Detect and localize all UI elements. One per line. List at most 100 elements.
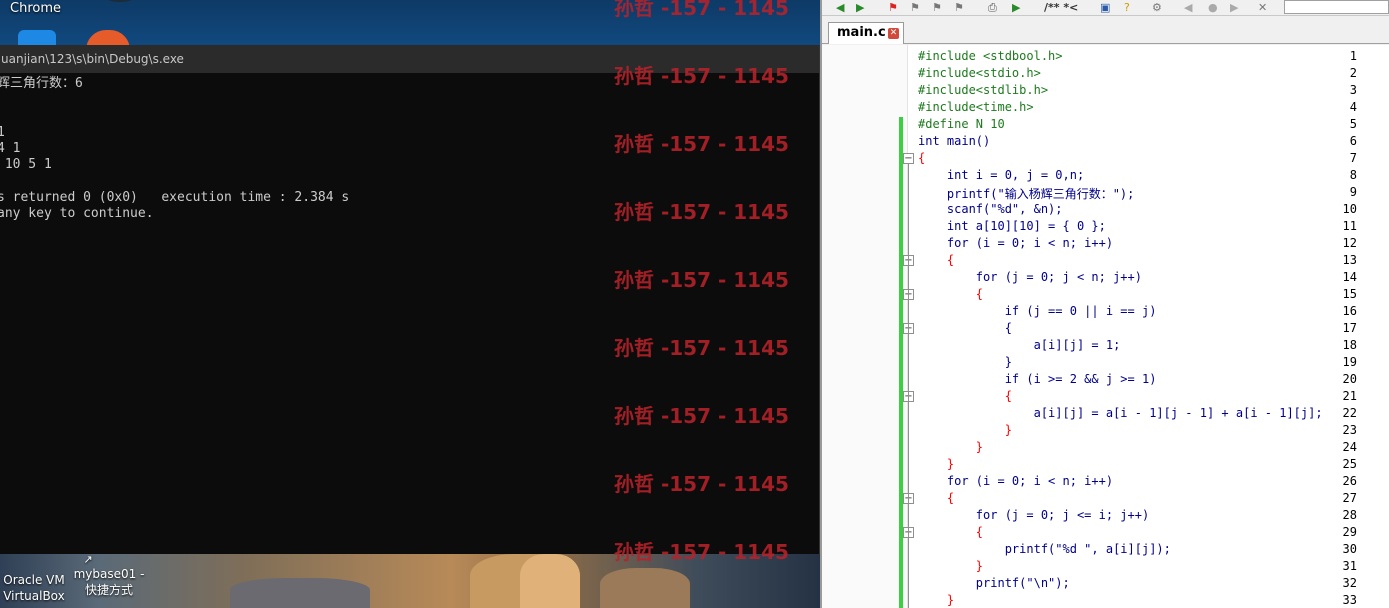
- editor-toolbar: ◀ ▶ ⚑ ⚑ ⚑ ⚑ ⎙ ▶ /** *< ▣ ? ⚙ ◀ ● ▶ ✕: [822, 0, 1389, 16]
- code-line: a[i][j] = 1;: [918, 338, 1121, 352]
- line-number: 17: [1342, 321, 1357, 335]
- code-line: }: [918, 559, 984, 573]
- code-line: printf("%d ", a[i][j]);: [918, 542, 1171, 556]
- fold-line: [908, 164, 913, 608]
- chrome-shortcut-label[interactable]: Chrome: [10, 1, 61, 16]
- bookmark-clear-icon[interactable]: ⚑: [954, 1, 964, 14]
- code-line: scanf("%d", &n);: [918, 202, 1063, 216]
- line-number: 26: [1342, 474, 1357, 488]
- desktop-icon-virtualbox[interactable]: Oracle VM VirtualBox: [0, 552, 68, 604]
- watermark-text: 孙哲 -157 - 1145: [614, 268, 789, 292]
- line-number: 27: [1342, 491, 1357, 505]
- line-number: 2: [1349, 66, 1357, 80]
- watermark-text: 孙哲 -157 - 1145: [614, 64, 789, 88]
- bookmark-flag-icon[interactable]: ⚑: [888, 1, 898, 14]
- docs-icon[interactable]: ▣: [1100, 1, 1110, 14]
- line-number: 11: [1342, 219, 1357, 233]
- search-input[interactable]: [1284, 0, 1389, 14]
- tab-label: main.c: [837, 25, 886, 40]
- line-number: 16: [1342, 304, 1357, 318]
- mybase-label-line2: 快捷方式: [84, 583, 133, 597]
- code-line: #include<time.h>: [918, 100, 1034, 114]
- mybase-label-line1: mybase01 -: [73, 567, 145, 581]
- line-number: 22: [1342, 406, 1357, 420]
- close-icon[interactable]: ✕: [888, 28, 899, 39]
- code-line: #define N 10: [918, 117, 1005, 131]
- code-line: #include<stdlib.h>: [918, 83, 1049, 97]
- desktop-icon-mybase[interactable]: ↗ mybase01 - 快捷方式: [72, 552, 146, 598]
- code-line: printf("输入杨辉三角行数：");: [918, 187, 1135, 201]
- watermark-text: 孙哲 -157 - 1145: [614, 404, 789, 428]
- line-number: 7: [1349, 151, 1357, 165]
- code-line: #include<stdio.h>: [918, 66, 1041, 80]
- editor-tabbar: main.c ✕: [822, 16, 1389, 44]
- code-line: int a[10][10] = { 0 };: [918, 219, 1106, 233]
- line-number: 12: [1342, 236, 1357, 250]
- line-number: 31: [1342, 559, 1357, 573]
- code-line: {: [918, 321, 1012, 335]
- close-search-icon[interactable]: ✕: [1258, 1, 1267, 14]
- line-number: 20: [1342, 372, 1357, 386]
- watermark-text: 孙哲 -157 - 1145: [614, 0, 789, 20]
- code-line: }: [918, 440, 984, 454]
- line-number: 10: [1342, 202, 1357, 216]
- code-line: for (i = 0; i < n; i++): [918, 236, 1114, 250]
- run-icon[interactable]: ▶: [1012, 1, 1020, 14]
- app-icon-dark[interactable]: [100, 0, 140, 2]
- code-line: int i = 0, j = 0,n;: [918, 168, 1085, 182]
- console-line: 10 5 1: [0, 157, 52, 173]
- watermark-text: 孙哲 -157 - 1145: [614, 336, 789, 360]
- line-number: 25: [1342, 457, 1357, 471]
- tools-wrench-icon[interactable]: ⚙: [1152, 1, 1162, 14]
- line-number: 30: [1342, 542, 1357, 556]
- code-line: }: [918, 423, 1012, 437]
- code-line: {: [918, 287, 984, 301]
- line-number: 13: [1342, 253, 1357, 267]
- nav-back-icon[interactable]: ◀: [1184, 1, 1192, 14]
- line-number: 24: [1342, 440, 1357, 454]
- forward-arrow-icon[interactable]: ▶: [856, 1, 864, 14]
- line-number: 19: [1342, 355, 1357, 369]
- code-line: }: [918, 593, 955, 607]
- line-number: 33: [1342, 593, 1357, 607]
- code-line: printf("\n");: [918, 576, 1070, 590]
- tab-main-c[interactable]: main.c ✕: [828, 22, 904, 44]
- code-line: {: [918, 525, 984, 539]
- line-number: 28: [1342, 508, 1357, 522]
- code-area[interactable]: − − − − − − − 1 2 3 4 5 6 7 8 9 10 11 12…: [822, 45, 1389, 608]
- doxygen-comment-button[interactable]: /** *<: [1044, 1, 1078, 14]
- line-number: 14: [1342, 270, 1357, 284]
- code-line: for (i = 0; i < n; i++): [918, 474, 1114, 488]
- help-icon[interactable]: ?: [1124, 1, 1130, 14]
- watermark-text: 孙哲 -157 - 1145: [614, 540, 789, 564]
- line-number: 21: [1342, 389, 1357, 403]
- nav-dot-icon[interactable]: ●: [1208, 1, 1218, 14]
- code-line: for (j = 0; j < n; j++): [918, 270, 1142, 284]
- line-number: 4: [1349, 100, 1357, 114]
- code-line: {: [918, 253, 955, 267]
- line-number: 3: [1349, 83, 1357, 97]
- code-line: for (j = 0; j <= i; j++): [918, 508, 1150, 522]
- print-icon[interactable]: ⎙: [988, 1, 997, 14]
- watermark-text: 孙哲 -157 - 1145: [614, 200, 789, 224]
- virtualbox-label-line2: VirtualBox: [3, 589, 65, 603]
- bookmark-next-icon[interactable]: ⚑: [932, 1, 942, 14]
- code-editor-window: ◀ ▶ ⚑ ⚑ ⚑ ⚑ ⎙ ▶ /** *< ▣ ? ⚙ ◀ ● ▶ ✕ mai…: [820, 0, 1389, 608]
- fold-toggle-icon[interactable]: −: [903, 153, 914, 164]
- nav-forward-icon[interactable]: ▶: [1230, 1, 1238, 14]
- back-arrow-icon[interactable]: ◀: [836, 1, 844, 14]
- watermark-text: 孙哲 -157 - 1145: [614, 132, 789, 156]
- code-line: }: [918, 355, 1012, 369]
- code-line: a[i][j] = a[i - 1][j - 1] + a[i - 1][j];: [918, 406, 1323, 420]
- code-line: {: [918, 151, 926, 165]
- line-number: 23: [1342, 423, 1357, 437]
- bookmark-prev-icon[interactable]: ⚑: [910, 1, 920, 14]
- code-line: }: [918, 457, 955, 471]
- code-line: int main(): [918, 134, 991, 148]
- code-line: {: [918, 491, 955, 505]
- line-number: 9: [1349, 185, 1357, 199]
- code-line: {: [918, 389, 1012, 403]
- line-number-gutter: [822, 45, 908, 608]
